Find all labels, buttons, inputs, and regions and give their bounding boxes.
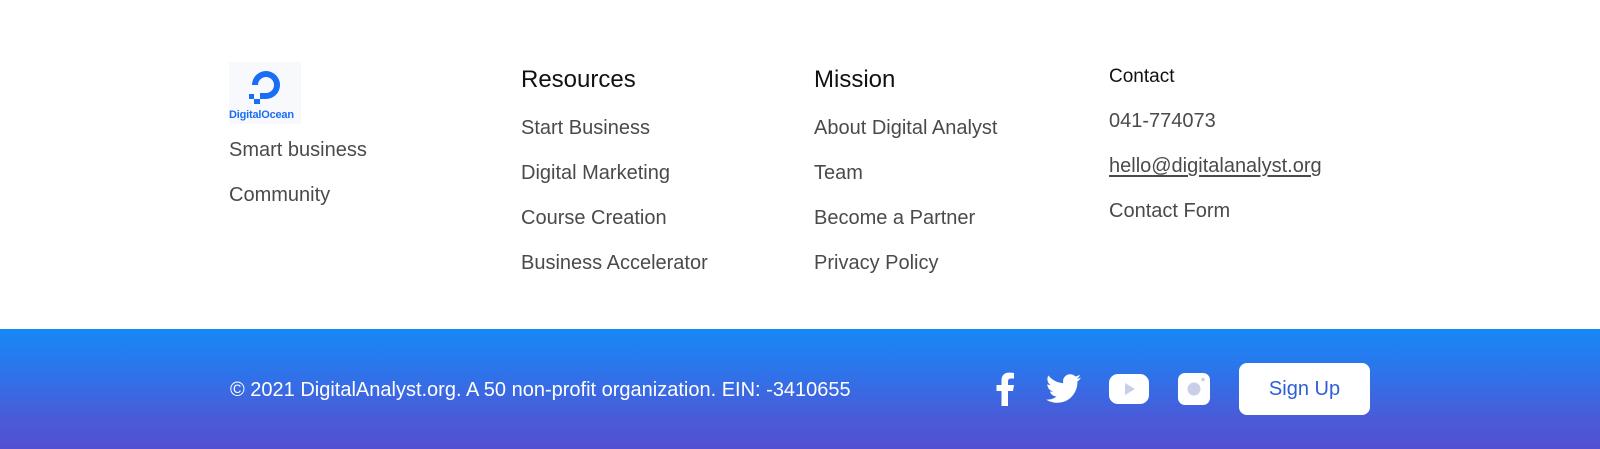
instagram-icon[interactable] [1177,365,1211,413]
facebook-icon[interactable] [992,365,1018,413]
link-smart-business[interactable]: Smart business [229,139,367,162]
logo-wordmark: DigitalOcean [229,109,294,121]
sign-up-button[interactable]: Sign Up [1239,363,1370,415]
resources-heading: Resources [521,66,636,93]
contact-email-link[interactable]: hello@digitalanalyst.org [1109,155,1322,178]
footer-bottom-bar: © 2021 DigitalAnalyst.org. A 50 non-prof… [0,329,1600,449]
digitalocean-logo[interactable]: DigitalOcean [229,62,301,124]
contact-phone-link[interactable]: 041-774073 [1109,110,1216,133]
link-about-digital-analyst[interactable]: About Digital Analyst [814,117,997,140]
link-digital-marketing[interactable]: Digital Marketing [521,162,670,185]
mission-heading: Mission [814,66,896,93]
footer-links-section: DigitalOcean Smart business Community Re… [0,0,1600,329]
youtube-icon[interactable] [1108,365,1150,413]
twitter-icon[interactable] [1044,365,1084,413]
link-community[interactable]: Community [229,184,330,207]
link-business-accelerator[interactable]: Business Accelerator [521,252,708,275]
link-become-a-partner[interactable]: Become a Partner [814,207,975,230]
copyright-text: © 2021 DigitalAnalyst.org. A 50 non-prof… [230,379,851,401]
contact-heading: Contact [1109,66,1175,87]
link-start-business[interactable]: Start Business [521,117,650,140]
link-course-creation[interactable]: Course Creation [521,207,667,230]
link-team[interactable]: Team [814,162,863,185]
contact-form-link[interactable]: Contact Form [1109,200,1230,223]
link-privacy-policy[interactable]: Privacy Policy [814,252,938,275]
